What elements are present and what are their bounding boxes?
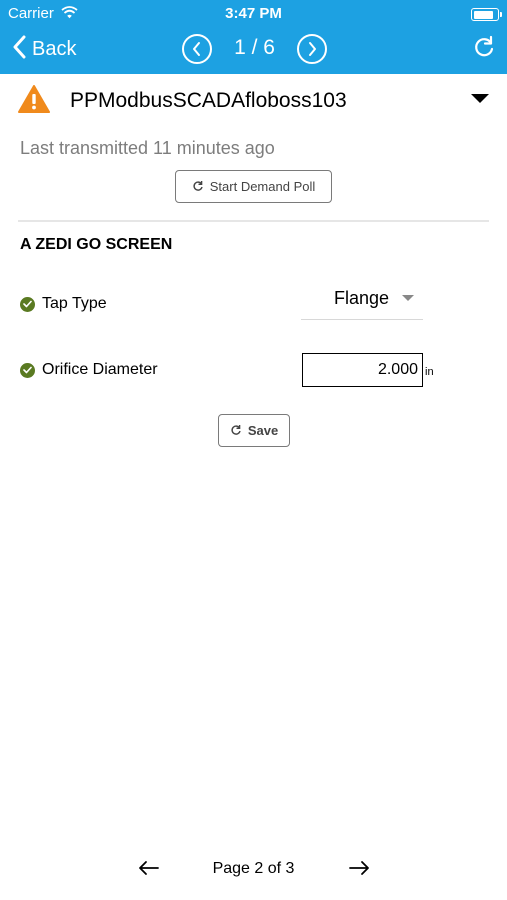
arrow-right-icon: [349, 861, 369, 875]
orifice-diameter-unit: in: [425, 366, 434, 378]
page-indicator: Page 2 of 3: [212, 860, 295, 877]
chevron-left-icon: [12, 35, 26, 63]
pagination-footer: Page 2 of 3: [0, 855, 507, 887]
orifice-diameter-label: Orifice Diameter: [42, 361, 158, 378]
refresh-icon: [192, 179, 204, 195]
refresh-icon: [475, 35, 494, 57]
refresh-button[interactable]: [471, 34, 497, 60]
tap-type-label: Tap Type: [42, 295, 107, 312]
checkmark-icon: [20, 296, 35, 312]
chevron-right-icon: [309, 42, 316, 56]
last-transmitted-text: Last transmitted 11 minutes ago: [20, 138, 275, 158]
next-page-button[interactable]: [348, 857, 370, 883]
warning-icon: [18, 84, 50, 114]
checkmark-icon: [20, 362, 35, 378]
divider: [18, 220, 489, 222]
device-name: PPModbusSCADAfloboss103: [70, 89, 347, 112]
start-demand-poll-button[interactable]: Start Demand Poll: [175, 170, 332, 203]
tap-type-label-row: Tap Type: [20, 295, 107, 313]
save-label: Save: [247, 423, 279, 438]
start-demand-poll-label: Start Demand Poll: [209, 179, 316, 194]
orifice-diameter-input[interactable]: [302, 353, 423, 387]
select-arrow-icon: [402, 295, 414, 301]
save-button[interactable]: Save: [218, 414, 290, 447]
nav-bar: Back 1 / 6: [0, 28, 507, 74]
orifice-diameter-label-row: Orifice Diameter: [20, 361, 158, 379]
tap-type-value: Flange: [334, 288, 390, 308]
section-title: A ZEDI GO SCREEN: [20, 236, 173, 253]
top-bar: Carrier 3:47 PM Back 1 / 6: [0, 0, 507, 74]
status-time: 3:47 PM: [225, 5, 282, 22]
device-selector[interactable]: PPModbusSCADAfloboss103: [0, 74, 507, 130]
back-label: Back: [32, 37, 77, 60]
back-button[interactable]: Back: [12, 34, 76, 64]
tap-type-select[interactable]: Flange: [301, 282, 423, 320]
record-pager: 1 / 6: [182, 33, 327, 65]
status-bar: Carrier 3:47 PM: [0, 0, 507, 28]
refresh-icon: [230, 423, 242, 439]
next-record-button[interactable]: [297, 34, 327, 64]
dropdown-caret-icon: [471, 94, 489, 103]
battery-icon: [471, 8, 502, 21]
